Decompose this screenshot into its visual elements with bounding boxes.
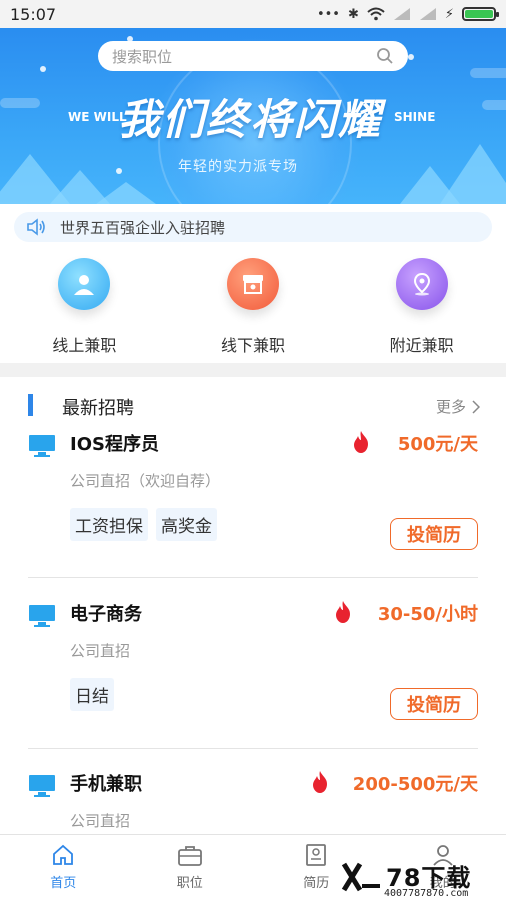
banner-right-text: SHINE (394, 110, 436, 124)
job-divider (28, 577, 478, 578)
banner-headline: 我们终将闪耀 (118, 95, 383, 144)
hot-icon (354, 431, 368, 453)
job-salary: 200-500元/天 (352, 774, 478, 795)
banner-subtitle: 年轻的实力派专场 (178, 159, 298, 175)
search-icon[interactable] (376, 47, 394, 65)
search-placeholder: 搜索职位 (112, 47, 173, 66)
job-card[interactable]: 电子商务 30-50/小时 公司直招 日结 投简历 (0, 600, 506, 740)
banner-decor (40, 66, 46, 72)
job-tag: 日结 (70, 678, 114, 711)
monitor-icon (29, 605, 55, 627)
job-company: 公司直招（欢迎自荐） (70, 472, 221, 490)
entry-label: 附近兼职 (389, 336, 454, 355)
banner-decor (408, 54, 414, 60)
job-tags: 日结 (70, 678, 114, 711)
tab-positions[interactable]: 职位 (127, 835, 254, 900)
status-bar: 15:07 ••• ✱ ⚡ (0, 0, 506, 28)
banner-decor (0, 98, 40, 108)
hot-icon (313, 771, 327, 793)
entry-label: 线下兼职 (221, 336, 286, 355)
job-tag: 工资担保 (70, 508, 148, 541)
tab-home[interactable]: 首页 (0, 835, 127, 900)
location-icon (395, 258, 448, 310)
tab-label: 简历 (303, 876, 330, 891)
banner-decor (482, 100, 506, 110)
banner-decor (96, 182, 156, 204)
signal-icon (393, 8, 410, 20)
banner-decor (470, 68, 506, 78)
status-time: 15:07 (10, 4, 57, 24)
banner-decor (116, 168, 122, 174)
person-icon (58, 258, 111, 310)
bluetooth-icon: ✱ (347, 6, 359, 22)
section-title: 最新招聘 (62, 398, 134, 419)
store-icon (227, 258, 279, 310)
status-icons: ••• ✱ ⚡ (316, 6, 499, 22)
tab-label: 首页 (50, 876, 77, 891)
job-card[interactable]: 手机兼职 200-500元/天 公司直招 (0, 770, 506, 834)
more-label: 更多 (435, 398, 466, 416)
notice-bar[interactable]: 世界五百强企业入驻招聘 (14, 212, 492, 242)
job-title: 电子商务 (70, 604, 142, 625)
job-salary: 30-50/小时 (377, 604, 478, 625)
search-input[interactable]: 搜索职位 (98, 41, 408, 71)
speaker-icon (27, 218, 45, 236)
hot-icon (336, 601, 350, 623)
job-company: 公司直招 (70, 812, 131, 830)
banner-decor (440, 144, 506, 204)
latest-jobs-header: 最新招聘 更多 (0, 390, 506, 420)
charging-icon: ⚡ (444, 6, 454, 22)
apply-button[interactable]: 投简历 (390, 518, 478, 550)
watermark-logo-icon (341, 862, 380, 892)
job-salary: 500元/天 (397, 434, 478, 455)
more-link[interactable]: 更多 (436, 396, 480, 417)
job-divider (28, 748, 478, 749)
apply-button[interactable]: 投简历 (390, 688, 478, 720)
job-tag: 高奖金 (156, 508, 217, 541)
resume-icon (306, 844, 327, 866)
entry-online-parttime[interactable]: 线上兼职 (0, 258, 169, 358)
section-accent (28, 394, 33, 416)
monitor-icon (29, 775, 55, 797)
entry-label: 线上兼职 (52, 336, 117, 355)
entry-nearby-parttime[interactable]: 附近兼职 (337, 258, 506, 358)
wifi-icon (367, 7, 385, 21)
job-card[interactable]: IOS程序员 500元/天 公司直招（欢迎自荐） 工资担保 高奖金 投简历 (0, 430, 506, 570)
chevron-right-icon (472, 399, 480, 414)
section-divider (0, 363, 506, 377)
quick-entries: 线上兼职 线下兼职 附近兼职 (0, 258, 506, 358)
monitor-icon (29, 435, 55, 457)
tab-label: 职位 (176, 876, 203, 891)
hero-banner[interactable]: 搜索职位 WE WILL 我们终将闪耀 SHINE 年轻的实力派专场 (0, 28, 506, 204)
job-tags: 工资担保 高奖金 (70, 508, 217, 541)
notice-text: 世界五百强企业入驻招聘 (60, 218, 226, 237)
job-title: IOS程序员 (70, 434, 159, 455)
job-company: 公司直招 (70, 642, 131, 660)
watermark: 78下载 4007787870.com (338, 858, 504, 900)
briefcase-icon (177, 846, 202, 866)
entry-offline-parttime[interactable]: 线下兼职 (169, 258, 338, 358)
signal-icon (419, 8, 436, 20)
dots-icon: ••• (316, 6, 340, 22)
job-title: 手机兼职 (70, 774, 142, 795)
watermark-phone: 4007787870.com (384, 888, 469, 899)
battery-icon (462, 7, 499, 21)
home-icon (53, 844, 74, 865)
